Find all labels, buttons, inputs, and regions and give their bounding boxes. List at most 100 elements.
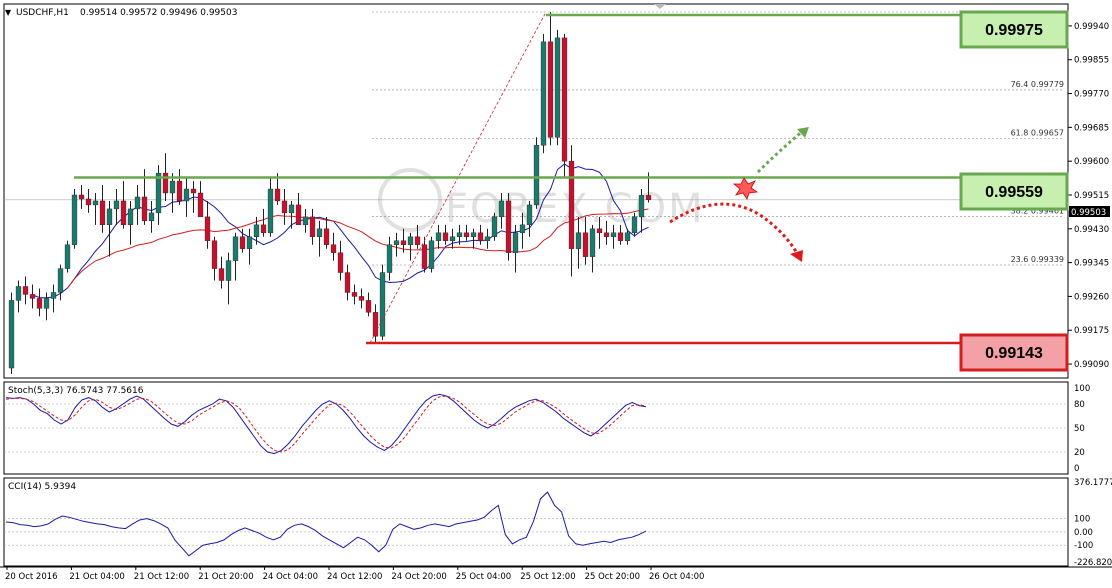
candle-body [15, 286, 22, 301]
candle-body [78, 194, 85, 200]
fib-label: 23.6 0.99339 [1011, 255, 1064, 264]
candle-body [505, 200, 512, 253]
candle-body [414, 236, 421, 245]
candle-body [8, 300, 15, 369]
candle-body [421, 244, 428, 269]
candle-body [617, 232, 624, 241]
level-box-support: 0.99143 [959, 333, 1069, 372]
candle-body [442, 232, 449, 241]
chart-symbol-arrow[interactable]: ▼ [5, 8, 12, 17]
candle-body [316, 228, 323, 237]
time-tick-label: 24 Oct 04:00 [263, 572, 318, 582]
level-box-resistance-text: 0.99975 [985, 22, 1043, 39]
candle-body [246, 236, 253, 249]
time-tick-label: 25 Oct 12:00 [520, 572, 575, 582]
candle-body [582, 232, 589, 257]
price-tick-label: 0.99685 [1074, 123, 1109, 133]
candle-body [561, 37, 568, 162]
candle-body [540, 41, 547, 146]
candle-body [148, 212, 155, 222]
candle-body [631, 216, 638, 233]
time-tick-label: 26 Oct 04:00 [649, 572, 704, 582]
chart-symbol-label: USDCHF,H1 [16, 8, 69, 18]
candle-body [267, 188, 274, 233]
cci-label: CCI(14) 5.9394 [8, 482, 76, 492]
candle-body [134, 196, 141, 210]
watermark-text: FOREX.COM [445, 186, 705, 232]
candle-body [589, 228, 596, 257]
price-tick-label: 0.99175 [1074, 326, 1109, 336]
candle-body [22, 286, 29, 295]
stoch-label: Stoch(5,3,3) 76.5743 77.5616 [8, 386, 144, 396]
candle-body [113, 200, 120, 210]
candle-body [155, 172, 162, 214]
candle-body [302, 216, 309, 226]
time-tick-label: 25 Oct 04:00 [456, 572, 511, 582]
candle-body [428, 240, 435, 269]
price-tick-label: 0.99940 [1074, 22, 1109, 32]
candle-body [162, 172, 169, 194]
price-tick-label: 0.99345 [1074, 259, 1109, 269]
candle-body [225, 260, 232, 281]
candle-body [435, 232, 442, 241]
candle-body [470, 232, 477, 237]
candle-body [575, 232, 582, 249]
level-box-support-text: 0.99143 [985, 345, 1043, 362]
candle-body [218, 268, 225, 281]
cci-tick-label: -100 [1074, 541, 1093, 551]
candle-body [169, 180, 176, 194]
candle-body [197, 192, 204, 218]
candle-body [323, 228, 330, 245]
cci-tick-label: 100 [1074, 515, 1090, 525]
candle-body [36, 298, 43, 309]
candle-body [232, 236, 239, 261]
time-tick-label: 21 Oct 12:00 [134, 572, 189, 582]
candle-body [344, 272, 351, 293]
time-tick-label: 20 Oct 2016 [5, 572, 58, 582]
candle-body [379, 272, 386, 337]
cci-tick-label: 0.00 [1074, 528, 1093, 538]
candle-body [29, 294, 36, 299]
candle-body [610, 232, 617, 237]
price-tick-label: 0.99090 [1074, 360, 1109, 370]
candle-body [463, 232, 470, 237]
candle-body [253, 224, 260, 237]
cci-tick-label: 376.1777 [1074, 478, 1112, 488]
time-tick-label: 25 Oct 20:00 [585, 572, 640, 582]
time-tick-label: 21 Oct 20:00 [198, 572, 253, 582]
candle-body [295, 204, 302, 226]
candle-body [554, 37, 561, 138]
candle-body [120, 200, 127, 226]
candle-body [498, 200, 505, 218]
candle-body [64, 244, 71, 269]
candle-body [309, 216, 316, 237]
stoch-tick-label: 20 [1074, 448, 1085, 458]
candle-body [211, 240, 218, 269]
candle-body [50, 292, 57, 299]
candle-body [547, 41, 554, 138]
candle-body [183, 188, 190, 202]
candle-body [92, 200, 99, 206]
level-box-pivot-text: 0.99559 [985, 184, 1043, 201]
chart-ohlc-label: 0.99514 0.99572 0.99496 0.99503 [80, 8, 237, 18]
current-price-tag: 0.99503 [1069, 206, 1110, 218]
price-tick-label: 0.99600 [1074, 157, 1109, 167]
candle-body [281, 200, 288, 214]
stoch-tick-label: 0 [1074, 464, 1079, 474]
candle-body [638, 195, 645, 218]
candle-body [365, 300, 372, 313]
time-tick-label: 24 Oct 12:00 [327, 572, 382, 582]
candle-body [106, 208, 113, 226]
candle-body [526, 204, 533, 226]
candle-body [71, 194, 78, 245]
candle-body [176, 180, 183, 202]
candle-body [239, 236, 246, 249]
stoch-tick-label: 80 [1074, 400, 1085, 410]
level-box-pivot: 0.99559 [959, 172, 1069, 211]
candle-body [57, 268, 64, 293]
chart-canvas: FOREX.COM 76.4 0.9977961.8 0.9965738.2 0… [0, 3, 1112, 582]
candle-body [43, 298, 50, 309]
candle-body [393, 240, 400, 245]
price-tick-label: 0.99770 [1074, 90, 1109, 100]
candle-body [274, 188, 281, 202]
